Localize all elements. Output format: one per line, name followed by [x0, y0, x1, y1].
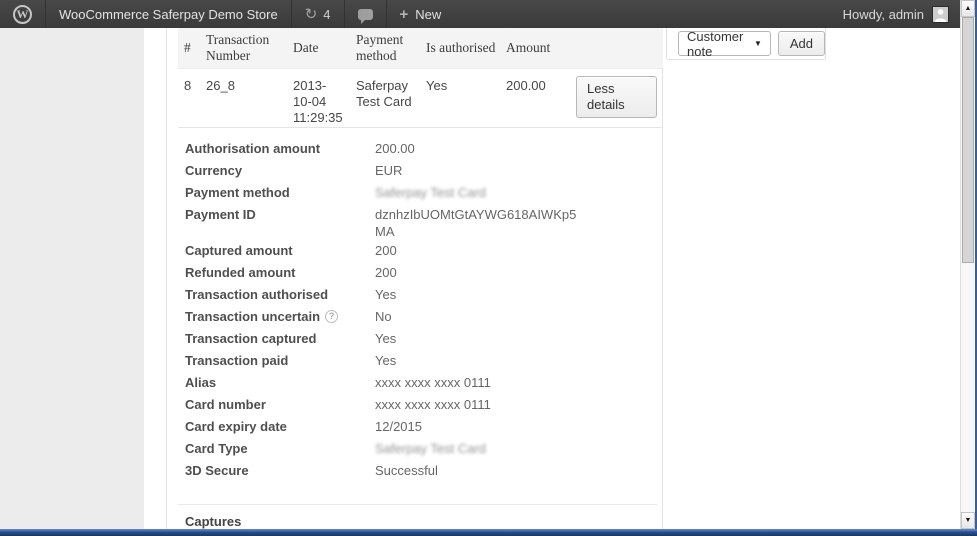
- vertical-scrollbar[interactable]: ▲ ▼: [960, 0, 975, 529]
- howdy-text: Howdy, admin: [843, 7, 924, 22]
- updates-link[interactable]: ↻ 4: [291, 0, 344, 28]
- detail-value: Successful: [375, 460, 607, 479]
- detail-row-alias: Alias xxxx xxxx xxxx 0111: [178, 372, 663, 394]
- account-menu[interactable]: Howdy, admin: [843, 0, 960, 28]
- site-title: WooCommerce Saferpay Demo Store: [59, 7, 278, 22]
- less-details-button[interactable]: Less details: [576, 76, 657, 118]
- scrollbar-thumb[interactable]: [962, 17, 974, 263]
- updates-count: 4: [323, 7, 330, 22]
- detail-value: No: [375, 306, 607, 325]
- detail-label: Transaction captured: [185, 328, 375, 347]
- detail-value-redacted: Saferpay Test Card: [375, 438, 607, 457]
- scroll-up-button[interactable]: ▲: [961, 0, 975, 17]
- scroll-down-button[interactable]: ▼: [961, 512, 975, 529]
- detail-row-card-expiry: Card expiry date 12/2015: [178, 416, 663, 438]
- detail-label: Payment ID: [185, 204, 375, 223]
- page-side-background: [0, 28, 144, 529]
- order-notes-add-box: Customer note ▼ Add: [666, 28, 826, 60]
- detail-label: Currency: [185, 160, 375, 179]
- detail-label: Card expiry date: [185, 416, 375, 435]
- detail-value: Yes: [375, 350, 607, 369]
- new-content-menu[interactable]: + New: [386, 0, 455, 28]
- detail-row-authorisation-amount: Authorisation amount 200.00: [178, 138, 663, 160]
- transactions-table-header: # Transaction Number Date Payment method…: [178, 28, 663, 69]
- transaction-details-list: Authorisation amount 200.00 Currency EUR…: [178, 138, 663, 529]
- comments-bubble-icon: [358, 9, 373, 20]
- detail-value: dznhzIbUOMtGtAYWG618AIWKp5 MA: [375, 204, 607, 240]
- browser-viewport: W WooCommerce Saferpay Demo Store ↻ 4 + …: [0, 0, 977, 536]
- detail-value: 200: [375, 262, 607, 281]
- payment-id-line2: MA: [375, 223, 607, 240]
- user-avatar: [932, 6, 949, 23]
- detail-label: Card Type: [185, 438, 375, 457]
- header-date: Date: [293, 40, 356, 56]
- detail-label: Authorisation amount: [185, 138, 375, 157]
- cell-is-authorised: Yes: [426, 78, 506, 94]
- person-icon: [933, 7, 948, 22]
- add-note-button[interactable]: Add: [778, 31, 825, 56]
- saferpay-transactions-panel: # Transaction Number Date Payment method…: [166, 28, 663, 529]
- header-payment-method: Payment method: [356, 32, 426, 64]
- detail-value: EUR: [375, 160, 607, 179]
- detail-value: 12/2015: [375, 416, 607, 435]
- detail-row-card-type: Card Type Saferpay Test Card: [178, 438, 663, 460]
- detail-label: Refunded amount: [185, 262, 375, 281]
- section-divider: [178, 504, 657, 505]
- captures-heading: Captures: [185, 514, 663, 529]
- site-title-link[interactable]: WooCommerce Saferpay Demo Store: [45, 0, 291, 28]
- chevron-down-icon: ▼: [754, 40, 762, 48]
- detail-label: Captured amount: [185, 240, 375, 259]
- detail-label: Card number: [185, 394, 375, 413]
- detail-row-transaction-paid: Transaction paid Yes: [178, 350, 663, 372]
- detail-label: Alias: [185, 372, 375, 391]
- detail-row-payment-id: Payment ID dznhzIbUOMtGtAYWG618AIWKp5 MA: [178, 204, 663, 240]
- detail-value: 200: [375, 240, 607, 259]
- cell-amount: 200.00: [506, 78, 576, 94]
- header-transaction-number: Transaction Number: [206, 32, 293, 64]
- note-type-select[interactable]: Customer note ▼: [678, 31, 771, 56]
- window-frame-bottom: [0, 529, 977, 536]
- detail-value: Yes: [375, 328, 607, 347]
- detail-row-captured-amount: Captured amount 200: [178, 240, 663, 262]
- detail-row-transaction-captured: Transaction captured Yes: [178, 328, 663, 350]
- wp-admin-bar: W WooCommerce Saferpay Demo Store ↻ 4 + …: [0, 0, 960, 28]
- header-amount: Amount: [506, 40, 576, 56]
- detail-value: xxxx xxxx xxxx 0111: [375, 394, 607, 413]
- detail-row-transaction-uncertain: Transaction uncertain ? No: [178, 306, 663, 328]
- header-number-sign: #: [184, 40, 206, 56]
- detail-row-card-number: Card number xxxx xxxx xxxx 0111: [178, 394, 663, 416]
- detail-value: Yes: [375, 284, 607, 303]
- wp-logo-menu[interactable]: W: [0, 0, 45, 28]
- note-type-selected-value: Customer note: [687, 29, 744, 59]
- transaction-table-row: 8 26_8 2013-10-04 11:29:35 Saferpay Test…: [178, 70, 663, 128]
- new-label: New: [415, 7, 441, 22]
- help-icon[interactable]: ?: [325, 310, 338, 323]
- detail-row-transaction-authorised: Transaction authorised Yes: [178, 284, 663, 306]
- detail-row-payment-method: Payment method Saferpay Test Card: [178, 182, 663, 204]
- detail-label: Transaction paid: [185, 350, 375, 369]
- plus-icon: +: [400, 7, 409, 22]
- detail-label: Payment method: [185, 182, 375, 201]
- cell-date: 2013-10-04 11:29:35: [293, 78, 356, 126]
- detail-value: xxxx xxxx xxxx 0111: [375, 372, 607, 391]
- detail-row-refunded-amount: Refunded amount 200: [178, 262, 663, 284]
- detail-value-redacted: Saferpay Test Card: [375, 182, 607, 201]
- detail-label: 3D Secure: [185, 460, 375, 479]
- detail-row-3d-secure: 3D Secure Successful: [178, 460, 663, 482]
- cell-number: 8: [184, 78, 206, 94]
- payment-id-line1: dznhzIbUOMtGtAYWG618AIWKp5: [375, 206, 607, 223]
- detail-label-text: Transaction uncertain: [185, 308, 320, 325]
- detail-label: Transaction authorised: [185, 284, 375, 303]
- updates-refresh-icon: ↻: [305, 7, 318, 22]
- comments-link[interactable]: [344, 0, 386, 28]
- cell-payment-method: Saferpay Test Card: [356, 78, 426, 110]
- detail-value: 200.00: [375, 138, 607, 157]
- detail-row-currency: Currency EUR: [178, 160, 663, 182]
- header-is-authorised: Is authorised: [426, 40, 506, 56]
- wordpress-logo-icon: W: [13, 5, 32, 24]
- cell-transaction-number: 26_8: [206, 78, 293, 94]
- detail-label: Transaction uncertain ?: [185, 306, 375, 325]
